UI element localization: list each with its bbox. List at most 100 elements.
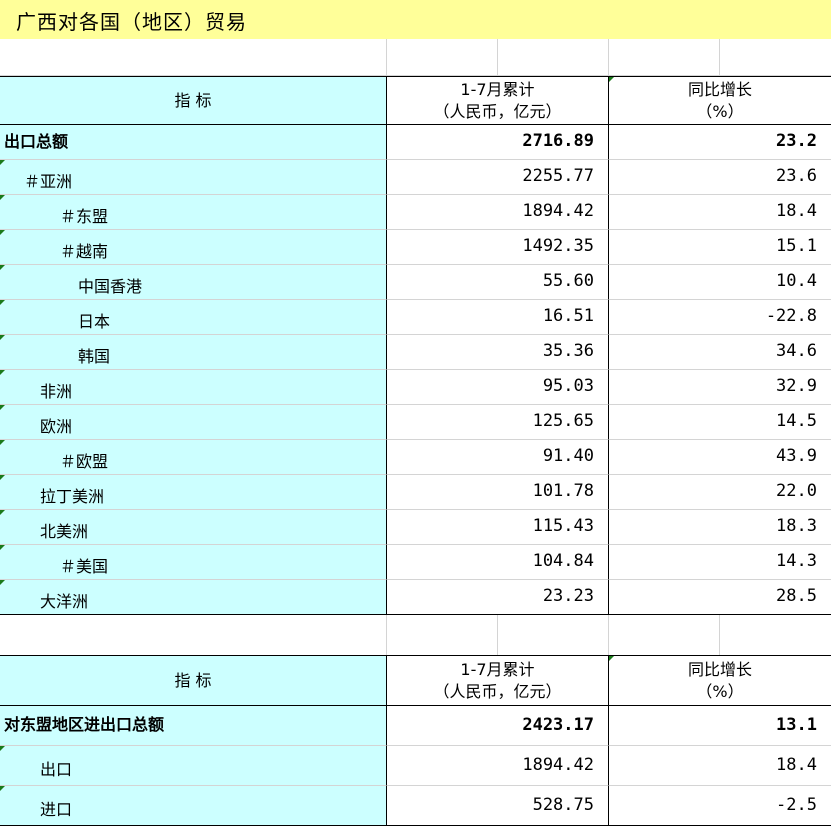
value-cell[interactable]: 528.75 <box>387 786 609 826</box>
empty-cell[interactable] <box>720 615 831 655</box>
row-label: 韩国 <box>78 347 111 366</box>
value-header-line1: 1-7月累计 <box>460 660 535 679</box>
row-growth: 13.1 <box>776 715 817 735</box>
value-cell[interactable]: 2423.17 <box>387 706 609 746</box>
value-cell[interactable]: 101.78 <box>387 475 609 510</box>
row-value: 1492.35 <box>522 236 594 256</box>
comment-marker-icon <box>0 160 5 165</box>
growth-cell[interactable]: -22.8 <box>609 300 831 335</box>
growth-cell[interactable]: 23.2 <box>609 125 831 160</box>
growth-cell[interactable]: 18.4 <box>609 746 831 786</box>
row-label-cell[interactable]: 欧洲 <box>0 405 387 440</box>
row-label-cell[interactable]: 出口总额 <box>0 125 387 160</box>
row-label-cell[interactable]: 拉丁美洲 <box>0 475 387 510</box>
row-label-cell[interactable]: 北美洲 <box>0 510 387 545</box>
comment-marker-icon <box>609 656 614 661</box>
row-label-cell[interactable]: ＃东盟 <box>0 195 387 230</box>
row-label-cell[interactable]: ＃亚洲 <box>0 160 387 195</box>
value-cell[interactable]: 104.84 <box>387 545 609 580</box>
empty-cell[interactable] <box>387 615 498 655</box>
row-value: 125.65 <box>532 411 594 431</box>
growth-cell[interactable]: 14.5 <box>609 405 831 440</box>
row-value: 101.78 <box>532 481 594 501</box>
growth-header[interactable]: 同比增长 （%） <box>609 77 831 124</box>
growth-cell[interactable]: 18.4 <box>609 195 831 230</box>
table-row: 北美洲 115.43 18.3 <box>0 510 831 545</box>
value-cell[interactable]: 1492.35 <box>387 230 609 265</box>
value-cell[interactable]: 2255.77 <box>387 160 609 195</box>
empty-cell[interactable] <box>609 615 720 655</box>
value-cell[interactable]: 35.36 <box>387 335 609 370</box>
growth-cell[interactable]: -2.5 <box>609 786 831 826</box>
row-label-cell[interactable]: 中国香港 <box>0 265 387 300</box>
value-cell[interactable]: 1894.42 <box>387 746 609 786</box>
growth-cell[interactable]: 43.9 <box>609 440 831 475</box>
growth-header-line1: 同比增长 <box>687 660 752 679</box>
value-cell[interactable]: 2716.89 <box>387 125 609 160</box>
indicator-header[interactable]: 指 标 <box>0 656 387 705</box>
comment-marker-icon <box>0 195 5 200</box>
growth-cell[interactable]: 32.9 <box>609 370 831 405</box>
value-cell[interactable]: 95.03 <box>387 370 609 405</box>
value-cell[interactable]: 115.43 <box>387 510 609 545</box>
growth-cell[interactable]: 15.1 <box>609 230 831 265</box>
table-row: 出口总额 2716.89 23.2 <box>0 125 831 160</box>
row-growth: 22.0 <box>776 481 817 501</box>
row-label-cell[interactable]: 韩国 <box>0 335 387 370</box>
growth-cell[interactable]: 22.0 <box>609 475 831 510</box>
empty-cell[interactable] <box>609 39 720 76</box>
indicator-header[interactable]: 指 标 <box>0 77 387 124</box>
growth-cell[interactable]: 10.4 <box>609 265 831 300</box>
value-cell[interactable]: 16.51 <box>387 300 609 335</box>
table-row: ＃东盟 1894.42 18.4 <box>0 195 831 230</box>
row-label-cell[interactable]: 出口 <box>0 746 387 786</box>
row-label-cell[interactable]: 非洲 <box>0 370 387 405</box>
growth-cell[interactable]: 28.5 <box>609 580 831 615</box>
row-label: 出口总额 <box>4 132 69 151</box>
growth-cell[interactable]: 34.6 <box>609 335 831 370</box>
row-label-cell[interactable]: ＃越南 <box>0 230 387 265</box>
row-value: 1894.42 <box>522 201 594 221</box>
growth-cell[interactable]: 13.1 <box>609 706 831 746</box>
row-label-cell[interactable]: 日本 <box>0 300 387 335</box>
row-label-cell[interactable]: 对东盟地区进出口总额 <box>0 706 387 746</box>
empty-row <box>0 39 831 76</box>
empty-cell[interactable] <box>720 39 831 76</box>
row-label-cell[interactable]: ＃美国 <box>0 545 387 580</box>
row-label-cell[interactable]: ＃欧盟 <box>0 440 387 475</box>
comment-marker-icon <box>609 77 614 82</box>
empty-cell[interactable] <box>387 39 498 76</box>
row-label-cell[interactable]: 进口 <box>0 786 387 826</box>
value-header[interactable]: 1-7月累计 （人民币，亿元） <box>387 656 609 705</box>
row-growth: 15.1 <box>776 236 817 256</box>
row-label: ＃欧盟 <box>60 452 109 471</box>
empty-cell[interactable] <box>0 615 387 655</box>
value-header[interactable]: 1-7月累计 （人民币，亿元） <box>387 77 609 124</box>
value-cell[interactable]: 23.23 <box>387 580 609 615</box>
empty-cell[interactable] <box>0 39 387 76</box>
value-header-line1: 1-7月累计 <box>460 80 535 99</box>
growth-header-line2: （%） <box>696 102 744 121</box>
page-title: 广西对各国（地区）贸易 <box>16 10 247 34</box>
empty-cell[interactable] <box>498 39 609 76</box>
empty-cell[interactable] <box>498 615 609 655</box>
value-cell[interactable]: 1894.42 <box>387 195 609 230</box>
growth-cell[interactable]: 18.3 <box>609 510 831 545</box>
growth-cell[interactable]: 14.3 <box>609 545 831 580</box>
table-row: 进口 528.75 -2.5 <box>0 786 831 826</box>
table-row: 非洲 95.03 32.9 <box>0 370 831 405</box>
growth-cell[interactable]: 23.6 <box>609 160 831 195</box>
growth-header[interactable]: 同比增长 （%） <box>609 656 831 705</box>
row-label-cell[interactable]: 大洋洲 <box>0 580 387 615</box>
title-cell[interactable]: 广西对各国（地区）贸易 <box>0 0 831 39</box>
row-label: ＃亚洲 <box>24 172 73 191</box>
value-header-line2: （人民币，亿元） <box>433 102 562 121</box>
table-row: 拉丁美洲 101.78 22.0 <box>0 475 831 510</box>
indicator-header-label: 指 标 <box>174 671 212 690</box>
row-value: 95.03 <box>542 376 594 396</box>
value-cell[interactable]: 55.60 <box>387 265 609 300</box>
row-label: ＃东盟 <box>60 207 109 226</box>
value-cell[interactable]: 91.40 <box>387 440 609 475</box>
value-cell[interactable]: 125.65 <box>387 405 609 440</box>
row-label: 大洋洲 <box>40 592 89 611</box>
